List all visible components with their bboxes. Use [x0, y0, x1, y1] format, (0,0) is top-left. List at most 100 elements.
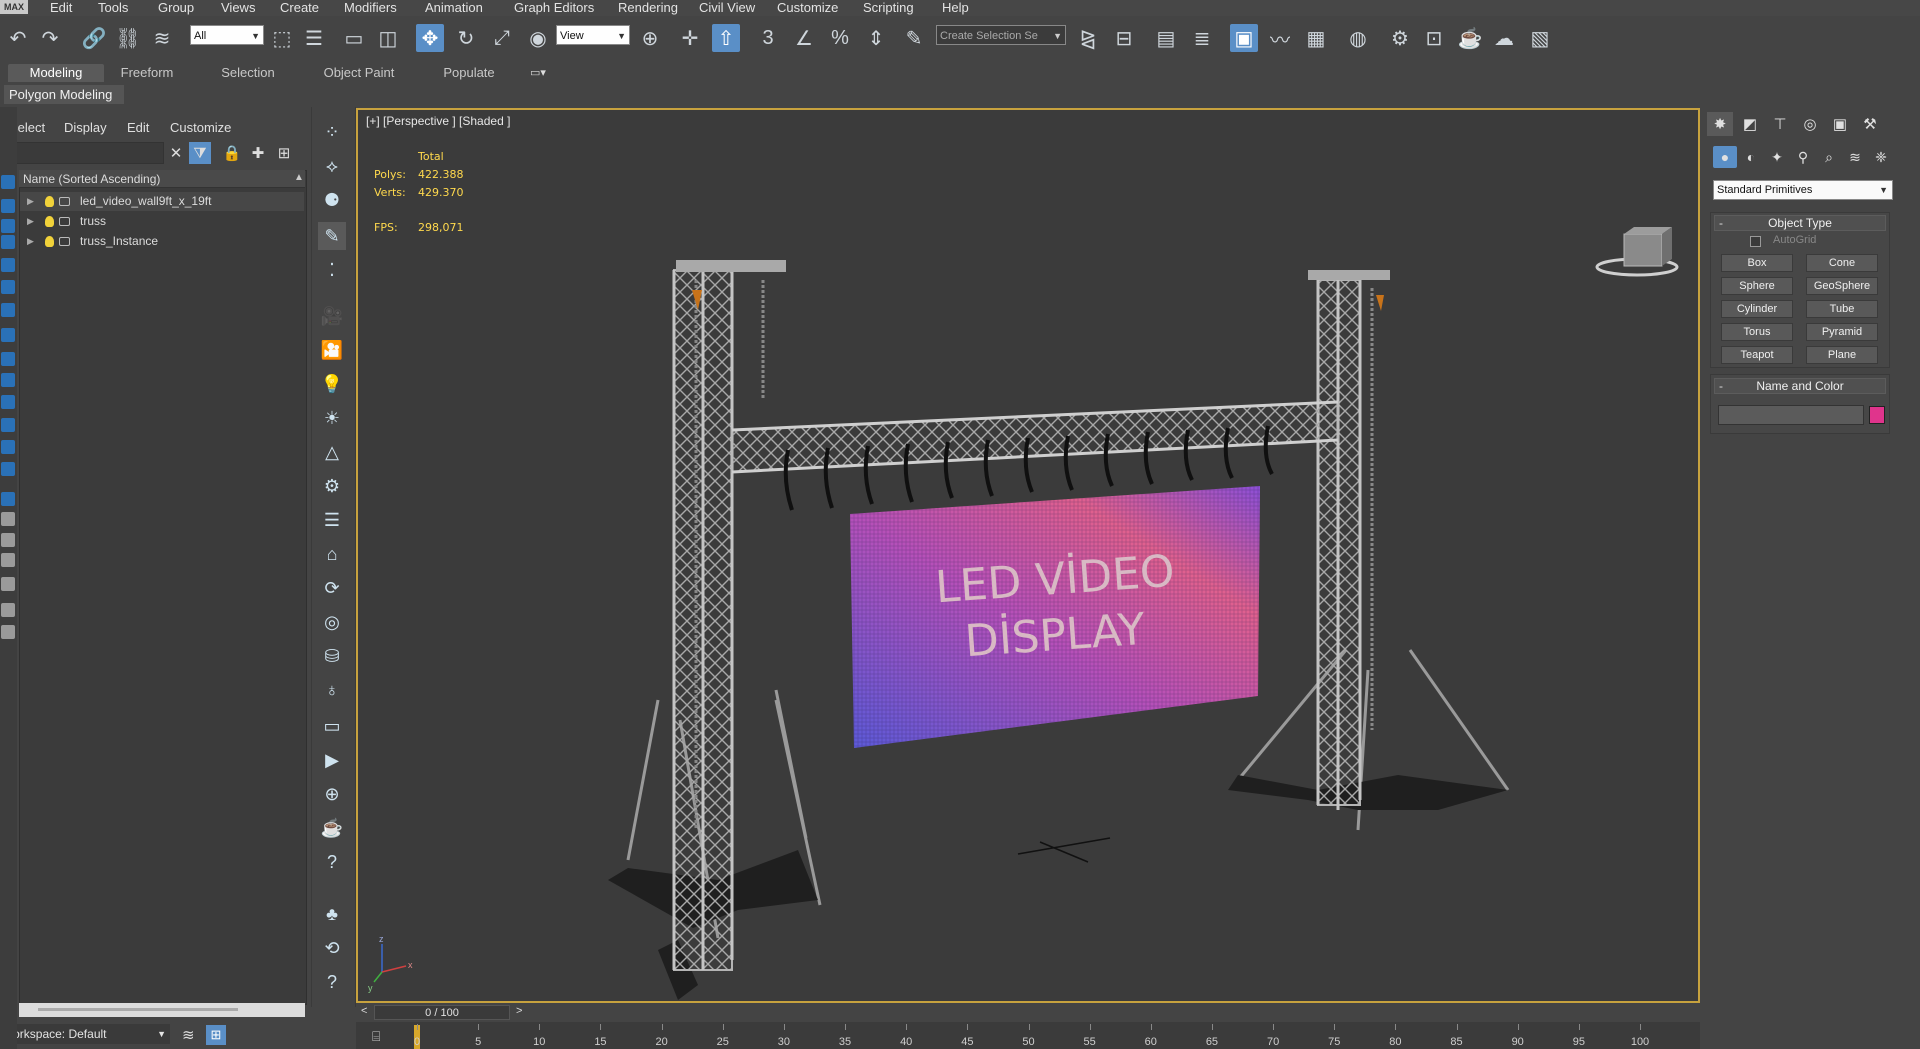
plane-button[interactable]: Plane	[1806, 346, 1878, 364]
sphere-button[interactable]: Sphere	[1721, 277, 1793, 295]
snaps-toggle-icon[interactable]: 3	[754, 24, 782, 52]
edit-named-selection-icon[interactable]: ✎	[900, 24, 928, 52]
teapot-icon[interactable]: ☕	[318, 814, 346, 842]
light-bulb-icon[interactable]	[45, 196, 54, 207]
mirror-icon[interactable]: ⧎	[1074, 24, 1102, 52]
dots-icon[interactable]: ⁚	[318, 256, 346, 284]
bind-space-warp-icon[interactable]: ≋	[148, 24, 176, 52]
menu-tools[interactable]: Tools	[98, 0, 128, 16]
time-slider-thumb[interactable]: 0 / 100	[374, 1005, 510, 1020]
explorer-menu-customize[interactable]: Customize	[170, 120, 231, 135]
select-object-icon[interactable]: ⬚	[268, 24, 296, 52]
menu-scripting[interactable]: Scripting	[863, 0, 914, 16]
rotate-tool-icon[interactable]: ↻	[452, 24, 480, 52]
angle-snap-icon[interactable]: ∠	[790, 24, 818, 52]
torus-button[interactable]: Torus	[1721, 323, 1793, 341]
time-slider-track[interactable]	[356, 1004, 1700, 1020]
rendered-frame-window-icon[interactable]: ⊡	[1420, 24, 1448, 52]
object-name-input[interactable]	[1718, 405, 1864, 425]
spinner-snap-icon[interactable]: ⇕	[862, 24, 890, 52]
explorer-filter-icon[interactable]	[1, 352, 15, 366]
perspective-viewport[interactable]: [+] [Perspective ] [Shaded ] Total Polys…	[356, 108, 1700, 1003]
menu-views[interactable]: Views	[221, 0, 255, 16]
select-by-name-icon[interactable]: ☰	[300, 24, 328, 52]
menu-graph-editors[interactable]: Graph Editors	[514, 0, 594, 16]
explorer-filter-icon[interactable]	[1, 258, 15, 272]
shapes-icon[interactable]: ◐	[1739, 146, 1763, 168]
bulb-small-icon[interactable]: ♁	[318, 676, 346, 704]
menu-civil-view[interactable]: Civil View	[699, 0, 755, 16]
toggle-layer-explorer-icon[interactable]: ≣	[1188, 24, 1216, 52]
list-item[interactable]: ▶ led_video_wall9ft_x_19ft	[20, 192, 304, 211]
object-type-header[interactable]: - Object Type	[1714, 215, 1886, 231]
top-truss-beam[interactable]	[731, 400, 1339, 474]
render-visibility-icon[interactable]	[59, 217, 70, 226]
keyboard-shortcut-override-icon[interactable]: ⇧	[712, 24, 740, 52]
expand-arrow-icon[interactable]: ▶	[27, 192, 34, 211]
camera-icon[interactable]: 🎥	[318, 302, 346, 330]
hierarchy-icon[interactable]: ⊞	[206, 1025, 226, 1045]
reference-coordinate-select[interactable]: View ▼	[556, 25, 630, 45]
left-truss-tower[interactable]	[608, 260, 822, 1000]
right-truss-tower[interactable]	[1228, 270, 1510, 831]
expand-arrow-icon[interactable]: ▶	[27, 232, 34, 251]
menu-rendering[interactable]: Rendering	[618, 0, 678, 16]
next-frame-icon[interactable]: >	[516, 1005, 522, 1017]
cone-icon[interactable]: △	[318, 438, 346, 466]
explorer-filter-icon[interactable]	[1, 553, 15, 567]
toggle-scene-explorer-icon[interactable]: ▤	[1152, 24, 1180, 52]
geosphere-button[interactable]: GeoSphere	[1806, 277, 1878, 295]
light-bulb-icon[interactable]	[45, 236, 54, 247]
explorer-filter-icon[interactable]	[1, 219, 15, 233]
cylinder-button[interactable]: Cylinder	[1721, 300, 1793, 318]
explorer-filter-icon[interactable]	[1, 328, 15, 342]
autogrid-checkbox[interactable]	[1750, 236, 1761, 247]
cameras-icon[interactable]: ⚲	[1791, 146, 1815, 168]
material-editor-icon[interactable]: ◍	[1344, 24, 1372, 52]
explorer-column-header[interactable]: Name (Sorted Ascending)	[19, 170, 305, 188]
toggle-ribbon-icon[interactable]: ▣	[1230, 24, 1258, 52]
explorer-filter-icon[interactable]	[1, 440, 15, 454]
filter-icon[interactable]: ⧩	[189, 142, 211, 164]
tab-object-paint[interactable]: Object Paint	[316, 64, 402, 82]
explorer-menu-edit[interactable]: Edit	[127, 120, 149, 135]
window-crossing-icon[interactable]: ◫	[374, 24, 402, 52]
systems-icon[interactable]: ❈	[1869, 146, 1893, 168]
tree-icon[interactable]: ♣	[318, 900, 346, 928]
primitive-type-select[interactable]: Standard Primitives ▼	[1713, 180, 1893, 200]
explorer-search-input[interactable]	[0, 142, 164, 164]
add-to-selection-icon[interactable]: ✚	[247, 142, 269, 164]
object-color-swatch[interactable]	[1869, 406, 1885, 424]
light-icon[interactable]: 💡	[318, 370, 346, 398]
menu-animation[interactable]: Animation	[425, 0, 483, 16]
lock-icon[interactable]: 🔒	[221, 142, 243, 164]
a360-gallery-icon[interactable]: ▧	[1526, 24, 1554, 52]
move-sub-icon[interactable]: ⟡	[318, 152, 346, 180]
hierarchy-tab-icon[interactable]: ⊤	[1767, 112, 1793, 136]
modify-tab-icon[interactable]: ◩	[1737, 112, 1763, 136]
paint-bucket-icon[interactable]: ⛁	[318, 642, 346, 670]
move-tool-icon[interactable]: ✥	[416, 24, 444, 52]
tab-populate[interactable]: Populate	[436, 64, 502, 82]
explorer-filter-icon[interactable]	[1, 395, 15, 409]
teapot-button[interactable]: Teapot	[1721, 346, 1793, 364]
explorer-filter-icon[interactable]	[1, 625, 15, 639]
layers-icon[interactable]: ≋	[182, 1026, 195, 1044]
render-visibility-icon[interactable]	[59, 197, 70, 206]
mini-curve-editor-icon[interactable]: ⌸	[372, 1028, 380, 1045]
curve-editor-icon[interactable]: 〰	[1266, 24, 1294, 52]
tube-button[interactable]: Tube	[1806, 300, 1878, 318]
rectangular-selection-icon[interactable]: ▭	[340, 24, 368, 52]
schematic-view-icon[interactable]: ▦	[1302, 24, 1330, 52]
explorer-filter-icon[interactable]	[1, 533, 15, 547]
unlink-icon[interactable]: ⛓	[114, 24, 142, 52]
vertex-icon[interactable]: ⁘	[318, 118, 346, 146]
list-item[interactable]: ▶ truss	[20, 212, 304, 231]
explorer-filter-icon[interactable]	[1, 512, 15, 526]
explorer-filter-icon[interactable]	[1, 175, 15, 189]
align-icon[interactable]: ⊟	[1110, 24, 1138, 52]
view-cube[interactable]	[1595, 227, 1679, 277]
cone-button[interactable]: Cone	[1806, 254, 1878, 272]
prev-frame-icon[interactable]: <	[361, 1005, 367, 1017]
lights-icon[interactable]: ✦	[1765, 146, 1789, 168]
